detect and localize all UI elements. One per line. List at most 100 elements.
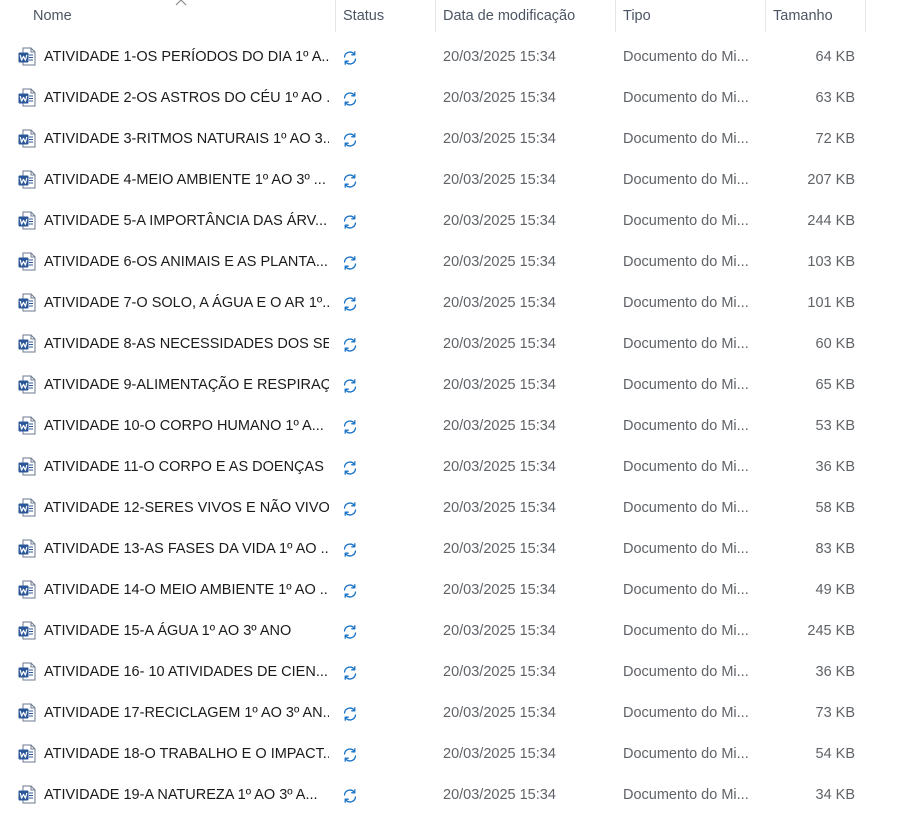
file-type: Documento do Mi... — [623, 664, 749, 680]
word-document-icon — [18, 129, 36, 148]
word-document-icon — [18, 170, 36, 189]
file-row[interactable]: ATIVIDADE 6-OS ANIMAIS E AS PLANTA... 20… — [0, 242, 910, 283]
sync-pending-icon — [343, 666, 357, 680]
file-list: ATIVIDADE 1-OS PERÍODOS DO DIA 1º A... 2… — [0, 37, 910, 816]
file-size: 53 KB — [815, 418, 856, 434]
file-type: Documento do Mi... — [623, 90, 749, 106]
word-document-icon — [18, 293, 36, 312]
file-size: 36 KB — [815, 459, 856, 475]
file-modified-date: 20/03/2025 15:34 — [443, 705, 556, 721]
word-document-icon — [18, 662, 36, 681]
file-name: ATIVIDADE 17-RECICLAGEM 1º AO 3º AN... — [44, 705, 329, 721]
file-row[interactable]: ATIVIDADE 11-O CORPO E AS DOENÇAS ... 20… — [0, 447, 910, 488]
file-size: 58 KB — [815, 500, 856, 516]
column-header-name[interactable]: Nome — [33, 0, 335, 34]
word-document-icon — [18, 580, 36, 599]
column-divider[interactable] — [765, 0, 766, 32]
file-name: ATIVIDADE 19-A NATUREZA 1º AO 3º A... — [44, 787, 318, 803]
file-size: 54 KB — [815, 746, 856, 762]
file-name: ATIVIDADE 6-OS ANIMAIS E AS PLANTA... — [44, 254, 328, 270]
file-row[interactable]: ATIVIDADE 7-O SOLO, A ÁGUA E O AR 1º... … — [0, 283, 910, 324]
file-size: 83 KB — [815, 541, 856, 557]
file-type: Documento do Mi... — [623, 254, 749, 270]
word-document-icon — [18, 621, 36, 640]
file-row[interactable]: ATIVIDADE 19-A NATUREZA 1º AO 3º A... 20… — [0, 775, 910, 816]
file-row[interactable]: ATIVIDADE 2-OS ASTROS DO CÉU 1º AO ... 2… — [0, 78, 910, 119]
file-row[interactable]: ATIVIDADE 15-A ÁGUA 1º AO 3º ANO 20/03/2… — [0, 611, 910, 652]
file-name: ATIVIDADE 5-A IMPORTÂNCIA DAS ÁRV... — [44, 213, 328, 229]
file-type: Documento do Mi... — [623, 787, 749, 803]
word-document-icon — [18, 252, 36, 271]
file-name: ATIVIDADE 18-O TRABALHO E O IMPACT... — [44, 746, 329, 762]
file-name: ATIVIDADE 9-ALIMENTAÇÃO E RESPIRAÇ... — [44, 377, 329, 393]
file-row[interactable]: ATIVIDADE 12-SERES VIVOS E NÃO VIVO... 2… — [0, 488, 910, 529]
file-size: 65 KB — [815, 377, 856, 393]
column-divider[interactable] — [335, 0, 336, 32]
file-type: Documento do Mi... — [623, 418, 749, 434]
file-modified-date: 20/03/2025 15:34 — [443, 746, 556, 762]
file-modified-date: 20/03/2025 15:34 — [443, 172, 556, 188]
file-row[interactable]: ATIVIDADE 10-O CORPO HUMANO 1º A... 20/0… — [0, 406, 910, 447]
file-row[interactable]: ATIVIDADE 5-A IMPORTÂNCIA DAS ÁRV... 20/… — [0, 201, 910, 242]
file-modified-date: 20/03/2025 15:34 — [443, 131, 556, 147]
file-modified-date: 20/03/2025 15:34 — [443, 336, 556, 352]
file-size: 101 KB — [807, 295, 855, 311]
sync-pending-icon — [343, 748, 357, 762]
word-document-icon — [18, 334, 36, 353]
sync-pending-icon — [343, 51, 357, 65]
sync-pending-icon — [343, 215, 357, 229]
file-row[interactable]: ATIVIDADE 14-O MEIO AMBIENTE 1º AO ... 2… — [0, 570, 910, 611]
word-document-icon — [18, 47, 36, 66]
file-modified-date: 20/03/2025 15:34 — [443, 787, 556, 803]
sync-pending-icon — [343, 461, 357, 475]
sync-pending-icon — [343, 133, 357, 147]
file-row[interactable]: ATIVIDADE 1-OS PERÍODOS DO DIA 1º A... 2… — [0, 37, 910, 78]
file-type: Documento do Mi... — [623, 131, 749, 147]
column-header-row: Nome Status Data de modificação Tipo Tam… — [0, 0, 910, 34]
file-size: 73 KB — [815, 705, 856, 721]
file-size: 245 KB — [807, 623, 855, 639]
column-divider[interactable] — [435, 0, 436, 32]
file-type: Documento do Mi... — [623, 582, 749, 598]
file-row[interactable]: ATIVIDADE 17-RECICLAGEM 1º AO 3º AN... 2… — [0, 693, 910, 734]
file-size: 60 KB — [815, 336, 856, 352]
file-type: Documento do Mi... — [623, 172, 749, 188]
word-document-icon — [18, 457, 36, 476]
file-name: ATIVIDADE 7-O SOLO, A ÁGUA E O AR 1º... — [44, 295, 329, 311]
file-row[interactable]: ATIVIDADE 4-MEIO AMBIENTE 1º AO 3º ... 2… — [0, 160, 910, 201]
file-type: Documento do Mi... — [623, 49, 749, 65]
file-row[interactable]: ATIVIDADE 18-O TRABALHO E O IMPACT... 20… — [0, 734, 910, 775]
file-modified-date: 20/03/2025 15:34 — [443, 295, 556, 311]
file-modified-date: 20/03/2025 15:34 — [443, 49, 556, 65]
file-row[interactable]: ATIVIDADE 16- 10 ATIVIDADES DE CIEN... 2… — [0, 652, 910, 693]
column-header-type[interactable]: Tipo — [623, 0, 765, 34]
file-name: ATIVIDADE 10-O CORPO HUMANO 1º A... — [44, 418, 324, 434]
file-type: Documento do Mi... — [623, 336, 749, 352]
sync-pending-icon — [343, 625, 357, 639]
file-modified-date: 20/03/2025 15:34 — [443, 623, 556, 639]
column-divider[interactable] — [615, 0, 616, 32]
sync-pending-icon — [343, 707, 357, 721]
word-document-icon — [18, 211, 36, 230]
file-modified-date: 20/03/2025 15:34 — [443, 500, 556, 516]
file-modified-date: 20/03/2025 15:34 — [443, 541, 556, 557]
file-name: ATIVIDADE 3-RITMOS NATURAIS 1º AO 3... — [44, 131, 329, 147]
column-header-modified[interactable]: Data de modificação — [443, 0, 615, 34]
file-modified-date: 20/03/2025 15:34 — [443, 582, 556, 598]
file-type: Documento do Mi... — [623, 623, 749, 639]
file-name: ATIVIDADE 14-O MEIO AMBIENTE 1º AO ... — [44, 582, 329, 598]
file-type: Documento do Mi... — [623, 459, 749, 475]
file-size: 207 KB — [807, 172, 855, 188]
file-size: 244 KB — [807, 213, 855, 229]
column-header-status[interactable]: Status — [343, 0, 435, 34]
file-modified-date: 20/03/2025 15:34 — [443, 459, 556, 475]
file-row[interactable]: ATIVIDADE 9-ALIMENTAÇÃO E RESPIRAÇ... 20… — [0, 365, 910, 406]
file-row[interactable]: ATIVIDADE 3-RITMOS NATURAIS 1º AO 3... 2… — [0, 119, 910, 160]
sync-pending-icon — [343, 502, 357, 516]
file-row[interactable]: ATIVIDADE 8-AS NECESSIDADES DOS SE... 20… — [0, 324, 910, 365]
file-name: ATIVIDADE 11-O CORPO E AS DOENÇAS ... — [44, 459, 329, 475]
sync-pending-icon — [343, 379, 357, 393]
file-row[interactable]: ATIVIDADE 13-AS FASES DA VIDA 1º AO ... … — [0, 529, 910, 570]
column-header-size[interactable]: Tamanho — [773, 0, 865, 34]
column-divider[interactable] — [865, 0, 866, 32]
